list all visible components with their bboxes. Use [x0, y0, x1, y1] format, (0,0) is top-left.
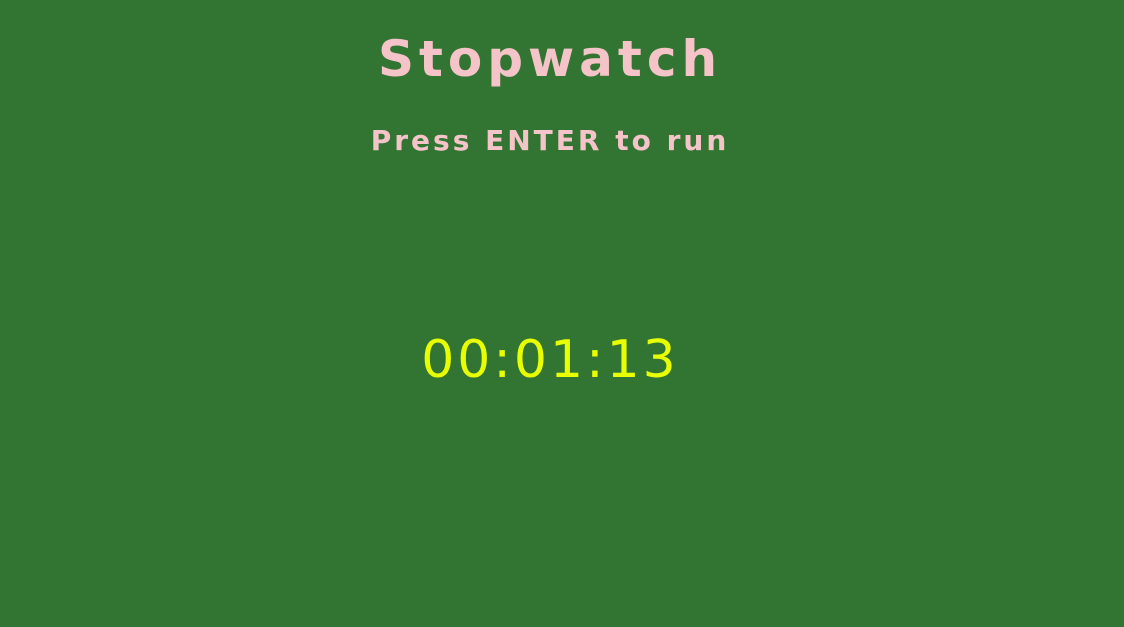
- page-title: Stopwatch: [377, 30, 723, 88]
- instruction-text: Press ENTER to run: [370, 124, 730, 157]
- stopwatch-time-display: 00:01:13: [421, 330, 679, 390]
